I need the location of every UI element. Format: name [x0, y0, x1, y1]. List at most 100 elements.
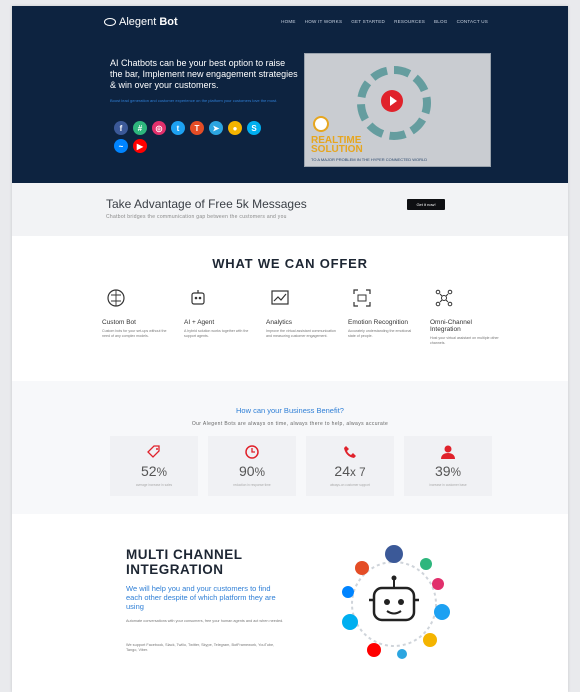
- stat-value: 52%: [110, 463, 198, 479]
- hero-subtext: Boost lead generation and customer exper…: [110, 98, 278, 103]
- nav-get-started[interactable]: GET STARTED: [351, 19, 385, 24]
- facebook-icon[interactable]: f: [114, 121, 128, 135]
- offer-item-desc: Improve the virtual assistant communicat…: [266, 329, 336, 338]
- slack-icon: [420, 558, 432, 570]
- hero-headline: AI Chatbots can be your best option to r…: [110, 58, 298, 90]
- stats-row: 52% average increase in sales 90% reduct…: [110, 436, 492, 496]
- google-assistant-icon[interactable]: ●: [228, 121, 242, 135]
- telegram-icon[interactable]: ➤: [209, 121, 223, 135]
- stat-unit: x 7: [350, 466, 366, 479]
- telegram-icon: [397, 649, 407, 659]
- nav-contact-us[interactable]: CONTACT US: [457, 19, 488, 24]
- facebook-icon: [385, 545, 403, 563]
- offer-item-title: Custom Bot: [102, 319, 136, 326]
- stat-label: always-on customer support: [330, 483, 370, 487]
- stat-label: increase in customer base: [429, 483, 467, 487]
- nav-how-it-works[interactable]: HOW IT WORKS: [305, 19, 343, 24]
- stat-unit: %: [156, 466, 167, 479]
- analytics-icon: [271, 290, 289, 305]
- messenger-icon: [342, 586, 354, 598]
- stat-number: 90: [239, 463, 255, 479]
- multichannel-subtitle: We will help you and your customers to f…: [126, 584, 276, 611]
- clock-icon: [313, 116, 329, 132]
- social-icons: f # ◎ t T ➤ ● S ~ ▶: [114, 121, 264, 153]
- benefit-title: How can your Business Benefit?: [236, 406, 344, 415]
- user-icon: [441, 445, 455, 459]
- stat-number: 52: [141, 463, 157, 479]
- teams-icon: [355, 561, 369, 575]
- stat-label: reduction in response time: [233, 483, 271, 487]
- video-caption: TO A MAJOR PROBLEM IN THE HYPER CONNECTE…: [311, 157, 428, 162]
- clock-icon: [245, 445, 259, 459]
- offer-item-title: Emotion Recognition: [348, 319, 408, 326]
- offer-item-ai-agent: AI + Agent A hybrid solution works toget…: [184, 288, 254, 345]
- play-icon[interactable]: [381, 90, 403, 112]
- google-assistant-icon: [423, 633, 437, 647]
- stat-number: 39: [435, 463, 451, 479]
- instagram-icon[interactable]: ◎: [152, 121, 166, 135]
- brain-icon: [107, 289, 125, 307]
- offer-item-title: Omni-Channel Integration: [430, 319, 472, 333]
- multichannel-paragraph-2: We support Facebook, Slack, Twilio, Twit…: [126, 643, 275, 652]
- logo-bold-text: Bot: [159, 16, 178, 28]
- robot-agent-icon: [191, 290, 205, 305]
- offer-item-desc: A hybrid solution works together with th…: [184, 329, 249, 338]
- get-it-now-button[interactable]: Get it now!: [407, 199, 445, 210]
- offer-item-analytics: Analytics Improve the virtual assistant …: [266, 288, 336, 345]
- skype-icon[interactable]: S: [247, 121, 261, 135]
- stat-value: 90%: [208, 463, 296, 479]
- network-icon: [435, 289, 453, 307]
- skype-icon: [342, 614, 358, 630]
- stat-value: 24x 7: [306, 463, 394, 479]
- landing-page: Alegent Bot HOME HOW IT WORKS GET STARTED…: [12, 6, 568, 692]
- offer-item-title: AI + Agent: [184, 319, 215, 326]
- offer-item-desc: Host your virtual assistant on multiple …: [430, 336, 499, 345]
- hero-section: Alegent Bot HOME HOW IT WORKS GET STARTED…: [12, 6, 568, 183]
- stat-unit: %: [254, 466, 265, 479]
- logo-icon: [104, 18, 116, 26]
- twitter-icon: [434, 604, 450, 620]
- youtube-icon: [367, 643, 381, 657]
- benefit-subtitle: Our Alegent Bots are always on time, alw…: [191, 421, 389, 427]
- multichannel-title-line2: INTEGRATION: [126, 562, 224, 577]
- phone-icon: [344, 446, 356, 458]
- offer-item-omni-channel: Omni-Channel Integration Host your virtu…: [430, 288, 500, 345]
- stat-card: 24x 7 always-on customer support: [306, 436, 394, 496]
- teams-icon[interactable]: T: [190, 121, 204, 135]
- video-player[interactable]: REALTIME SOLUTION TO A MAJOR PROBLEM IN …: [304, 53, 491, 167]
- channel-wheel: [342, 545, 450, 659]
- benefit-section: How can your Business Benefit? Our Alege…: [12, 381, 568, 514]
- free-subtitle: Chatbot bridges the communication gap be…: [106, 214, 287, 220]
- stat-label: average increase in sales: [135, 483, 173, 487]
- stat-unit: %: [450, 466, 461, 479]
- emotion-icon: [353, 289, 371, 307]
- logo-text: Alegent: [119, 16, 157, 28]
- stat-card: 39% increase in customer base: [404, 436, 492, 496]
- instagram-icon: [432, 578, 444, 590]
- nav-home[interactable]: HOME: [281, 19, 296, 24]
- messenger-icon[interactable]: ~: [114, 139, 128, 153]
- offer-list: Custom Bot Custom bots for your set-ups …: [102, 288, 502, 345]
- main-nav: HOME HOW IT WORKS GET STARTED RESOURCES …: [281, 19, 488, 24]
- multichannel-paragraph-1: Automate conversations with your consume…: [126, 619, 284, 623]
- nav-blog[interactable]: BLOG: [434, 19, 448, 24]
- stat-value: 39%: [404, 463, 492, 479]
- slack-icon[interactable]: #: [133, 121, 147, 135]
- site-logo[interactable]: Alegent Bot: [104, 16, 178, 28]
- robot-icon: [369, 575, 419, 622]
- twitter-icon[interactable]: t: [171, 121, 185, 135]
- offer-item-custom-bot: Custom Bot Custom bots for your set-ups …: [102, 288, 172, 345]
- nav-resources[interactable]: RESOURCES: [394, 19, 425, 24]
- stat-card: 52% average increase in sales: [110, 436, 198, 496]
- stat-card: 90% reduction in response time: [208, 436, 296, 496]
- offer-item-emotion-recognition: Emotion Recognition Accurately understan…: [348, 288, 418, 345]
- multichannel-title: MULTI CHANNEL INTEGRATION: [126, 547, 242, 577]
- free-title: Take Advantage of Free 5k Messages: [106, 197, 307, 211]
- tag-icon: [147, 445, 160, 458]
- free-messages-banner: Take Advantage of Free 5k Messages Chatb…: [12, 183, 568, 236]
- stat-number: 24: [334, 463, 350, 479]
- video-title-line2: SOLUTION: [311, 144, 363, 155]
- youtube-icon[interactable]: ▶: [133, 139, 147, 153]
- offer-item-desc: Accurately understanding the emotional s…: [348, 329, 412, 338]
- offer-item-desc: Custom bots for your set-ups without the…: [102, 329, 167, 338]
